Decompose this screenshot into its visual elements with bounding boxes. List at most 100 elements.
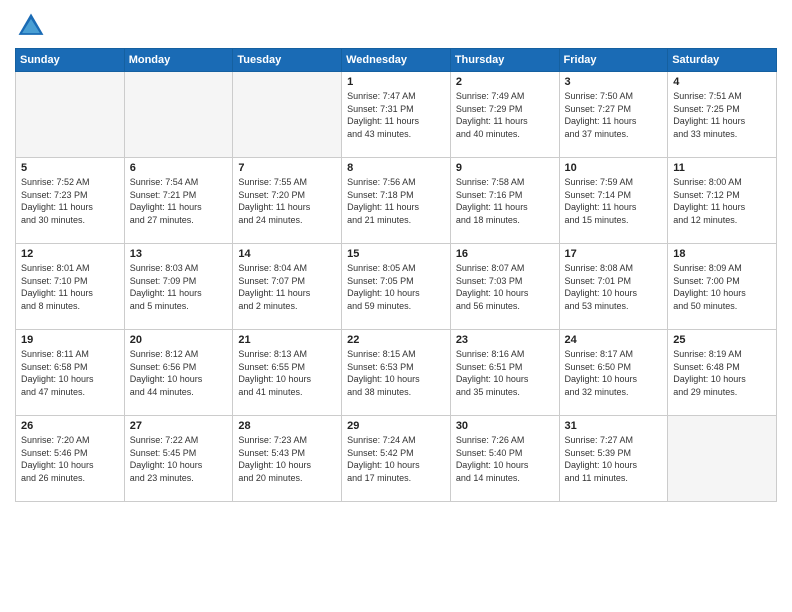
week-row-5: 26 Sunrise: 7:20 AM Sunset: 5:46 PM Dayli… [16,416,777,502]
day-number: 19 [21,334,119,346]
day-cell: 21 Sunrise: 8:13 AM Sunset: 6:55 PM Dayli… [233,330,342,416]
day-info: Sunrise: 7:59 AM Sunset: 7:14 PM Dayligh… [565,176,663,226]
day-cell: 6 Sunrise: 7:54 AM Sunset: 7:21 PM Daylig… [124,158,233,244]
day-info: Sunrise: 7:47 AM Sunset: 7:31 PM Dayligh… [347,90,445,140]
day-cell: 22 Sunrise: 8:15 AM Sunset: 6:53 PM Dayli… [342,330,451,416]
day-cell: 23 Sunrise: 8:16 AM Sunset: 6:51 PM Dayli… [450,330,559,416]
day-cell: 20 Sunrise: 8:12 AM Sunset: 6:56 PM Dayli… [124,330,233,416]
day-cell [16,72,125,158]
weekday-header-sunday: Sunday [16,49,125,72]
day-number: 26 [21,420,119,432]
day-info: Sunrise: 8:16 AM Sunset: 6:51 PM Dayligh… [456,348,554,398]
day-cell: 2 Sunrise: 7:49 AM Sunset: 7:29 PM Daylig… [450,72,559,158]
day-number: 5 [21,162,119,174]
day-number: 24 [565,334,663,346]
day-number: 17 [565,248,663,260]
day-number: 31 [565,420,663,432]
day-info: Sunrise: 8:09 AM Sunset: 7:00 PM Dayligh… [673,262,771,312]
day-number: 20 [130,334,228,346]
day-number: 4 [673,76,771,88]
week-row-2: 5 Sunrise: 7:52 AM Sunset: 7:23 PM Daylig… [16,158,777,244]
day-info: Sunrise: 8:04 AM Sunset: 7:07 PM Dayligh… [238,262,336,312]
day-cell: 27Sunrise: 7:22 AM Sunset: 5:45 PM Dayli… [124,416,233,502]
day-number: 22 [347,334,445,346]
calendar-table: SundayMondayTuesdayWednesdayThursdayFrid… [15,48,777,502]
day-number: 6 [130,162,228,174]
day-cell: 25Sunrise: 8:19 AM Sunset: 6:48 PM Dayli… [668,330,777,416]
day-cell [124,72,233,158]
day-cell: 29 Sunrise: 7:24 AM Sunset: 5:42 PM Dayli… [342,416,451,502]
day-cell: 16 Sunrise: 8:07 AM Sunset: 7:03 PM Dayli… [450,244,559,330]
header [15,10,777,42]
day-number: 3 [565,76,663,88]
weekday-header-wednesday: Wednesday [342,49,451,72]
day-cell: 17 Sunrise: 8:08 AM Sunset: 7:01 PM Dayli… [559,244,668,330]
day-info: Sunrise: 7:51 AM Sunset: 7:25 PM Dayligh… [673,90,771,140]
day-info: Sunrise: 8:17 AM Sunset: 6:50 PM Dayligh… [565,348,663,398]
day-info: Sunrise: 7:56 AM Sunset: 7:18 PM Dayligh… [347,176,445,226]
day-info: Sunrise: 8:07 AM Sunset: 7:03 PM Dayligh… [456,262,554,312]
day-info: Sunrise: 7:50 AM Sunset: 7:27 PM Dayligh… [565,90,663,140]
day-cell: 1 Sunrise: 7:47 AM Sunset: 7:31 PM Daylig… [342,72,451,158]
day-info: Sunrise: 8:03 AM Sunset: 7:09 PM Dayligh… [130,262,228,312]
day-number: 21 [238,334,336,346]
day-number: 30 [456,420,554,432]
day-cell: 3 Sunrise: 7:50 AM Sunset: 7:27 PM Daylig… [559,72,668,158]
day-cell [233,72,342,158]
day-cell: 11 Sunrise: 8:00 AM Sunset: 7:12 PM Dayli… [668,158,777,244]
day-info: Sunrise: 7:24 AM Sunset: 5:42 PM Dayligh… [347,434,445,484]
day-info: Sunrise: 7:49 AM Sunset: 7:29 PM Dayligh… [456,90,554,140]
day-cell: 9 Sunrise: 7:58 AM Sunset: 7:16 PM Daylig… [450,158,559,244]
day-info: Sunrise: 7:58 AM Sunset: 7:16 PM Dayligh… [456,176,554,226]
day-info: Sunrise: 7:20 AM Sunset: 5:46 PM Dayligh… [21,434,119,484]
week-row-4: 19Sunrise: 8:11 AM Sunset: 6:58 PM Dayli… [16,330,777,416]
weekday-header-row: SundayMondayTuesdayWednesdayThursdayFrid… [16,49,777,72]
day-info: Sunrise: 7:54 AM Sunset: 7:21 PM Dayligh… [130,176,228,226]
day-cell: 14 Sunrise: 8:04 AM Sunset: 7:07 PM Dayli… [233,244,342,330]
day-cell: 26 Sunrise: 7:20 AM Sunset: 5:46 PM Dayli… [16,416,125,502]
day-number: 15 [347,248,445,260]
day-info: Sunrise: 7:22 AM Sunset: 5:45 PM Dayligh… [130,434,228,484]
day-info: Sunrise: 7:26 AM Sunset: 5:40 PM Dayligh… [456,434,554,484]
day-number: 16 [456,248,554,260]
day-number: 13 [130,248,228,260]
day-number: 1 [347,76,445,88]
day-info: Sunrise: 8:15 AM Sunset: 6:53 PM Dayligh… [347,348,445,398]
day-number: 29 [347,420,445,432]
day-cell: 24 Sunrise: 8:17 AM Sunset: 6:50 PM Dayli… [559,330,668,416]
week-row-3: 12 Sunrise: 8:01 AM Sunset: 7:10 PM Dayli… [16,244,777,330]
day-info: Sunrise: 8:12 AM Sunset: 6:56 PM Dayligh… [130,348,228,398]
day-cell: 4 Sunrise: 7:51 AM Sunset: 7:25 PM Daylig… [668,72,777,158]
day-cell: 13 Sunrise: 8:03 AM Sunset: 7:09 PM Dayli… [124,244,233,330]
day-number: 10 [565,162,663,174]
weekday-header-friday: Friday [559,49,668,72]
day-info: Sunrise: 8:01 AM Sunset: 7:10 PM Dayligh… [21,262,119,312]
day-number: 14 [238,248,336,260]
day-cell: 18 Sunrise: 8:09 AM Sunset: 7:00 PM Dayli… [668,244,777,330]
day-cell: 12 Sunrise: 8:01 AM Sunset: 7:10 PM Dayli… [16,244,125,330]
weekday-header-tuesday: Tuesday [233,49,342,72]
day-info: Sunrise: 7:52 AM Sunset: 7:23 PM Dayligh… [21,176,119,226]
weekday-header-thursday: Thursday [450,49,559,72]
day-number: 11 [673,162,771,174]
day-info: Sunrise: 7:27 AM Sunset: 5:39 PM Dayligh… [565,434,663,484]
day-cell: 28Sunrise: 7:23 AM Sunset: 5:43 PM Dayli… [233,416,342,502]
page: SundayMondayTuesdayWednesdayThursdayFrid… [0,0,792,612]
day-number: 2 [456,76,554,88]
day-info: Sunrise: 8:19 AM Sunset: 6:48 PM Dayligh… [673,348,771,398]
day-cell: 5 Sunrise: 7:52 AM Sunset: 7:23 PM Daylig… [16,158,125,244]
day-info: Sunrise: 8:00 AM Sunset: 7:12 PM Dayligh… [673,176,771,226]
day-cell [668,416,777,502]
day-cell: 30 Sunrise: 7:26 AM Sunset: 5:40 PM Dayli… [450,416,559,502]
day-info: Sunrise: 8:08 AM Sunset: 7:01 PM Dayligh… [565,262,663,312]
day-cell: 19Sunrise: 8:11 AM Sunset: 6:58 PM Dayli… [16,330,125,416]
day-number: 18 [673,248,771,260]
day-cell: 7Sunrise: 7:55 AM Sunset: 7:20 PM Daylig… [233,158,342,244]
day-info: Sunrise: 8:13 AM Sunset: 6:55 PM Dayligh… [238,348,336,398]
logo-icon [15,10,47,42]
day-number: 9 [456,162,554,174]
day-number: 12 [21,248,119,260]
day-cell: 10 Sunrise: 7:59 AM Sunset: 7:14 PM Dayli… [559,158,668,244]
weekday-header-saturday: Saturday [668,49,777,72]
day-number: 23 [456,334,554,346]
